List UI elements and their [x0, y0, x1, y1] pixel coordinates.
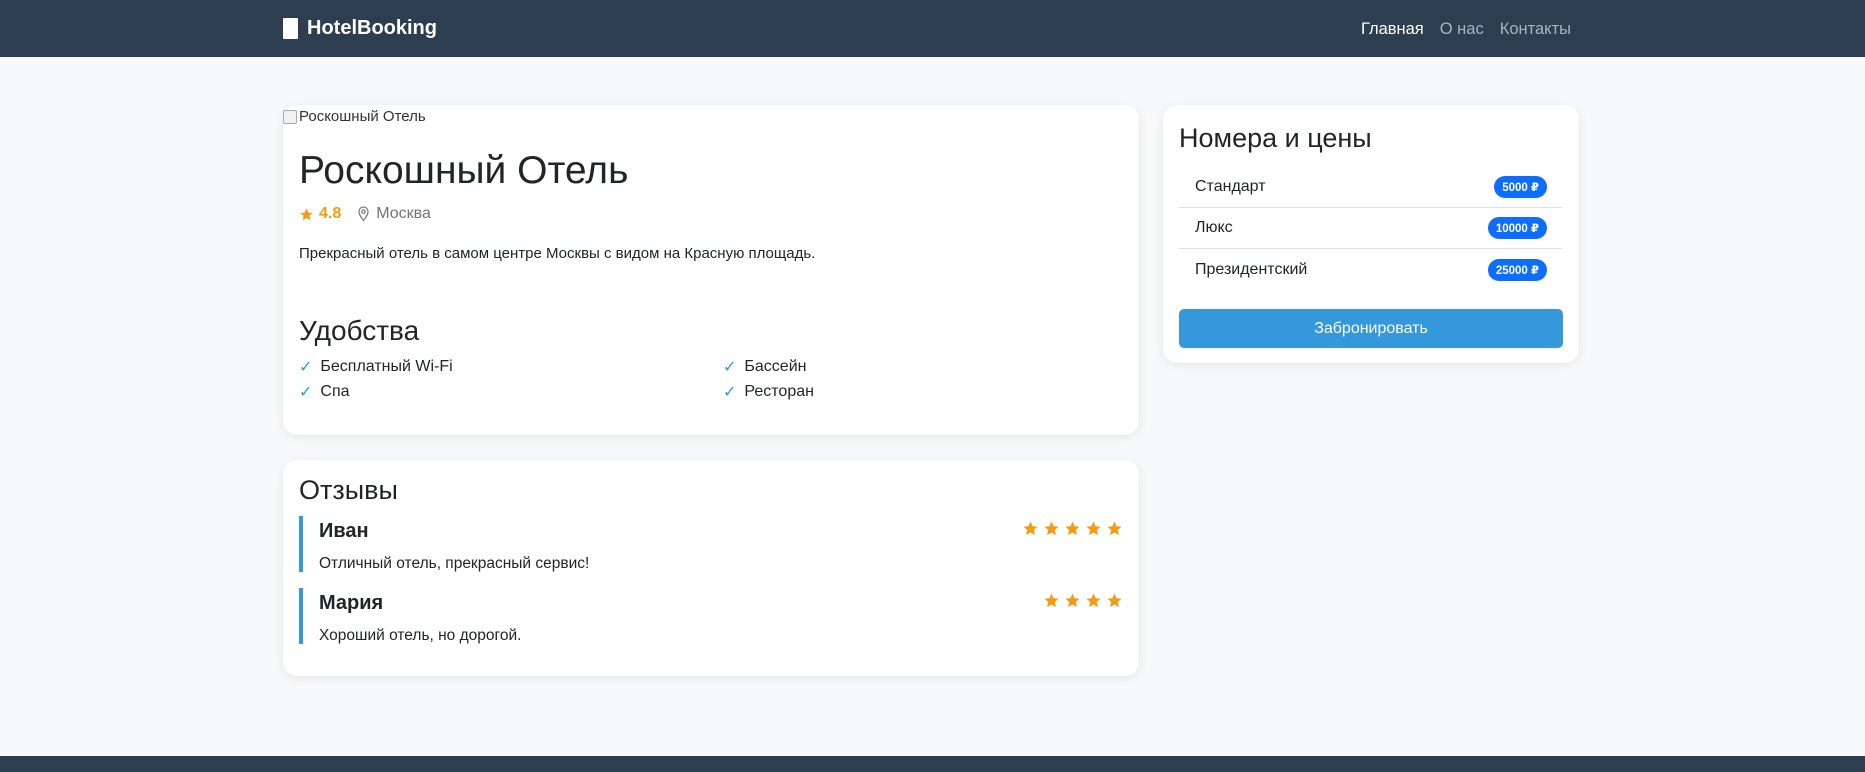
room-row: Люкс 10000 ₽: [1179, 208, 1563, 249]
amenity-label: Ресторан: [744, 383, 814, 400]
review-header: Иван: [319, 516, 1123, 543]
check-icon: ✓: [723, 384, 737, 401]
navbar: HotelBooking Главная О нас Контакты: [0, 0, 1865, 57]
reviews-card: Отзывы Иван Отличный отель, прекрасный с…: [283, 460, 1139, 676]
nav-link-home[interactable]: Главная: [1361, 20, 1424, 39]
rooms-title: Номера и цены: [1179, 123, 1372, 153]
brand-link[interactable]: HotelBooking: [283, 17, 437, 40]
room-row: Стандарт 5000 ₽: [1179, 167, 1563, 208]
nav-link-contacts[interactable]: Контакты: [1500, 20, 1571, 39]
review-text: Отличный отель, прекрасный сервис!: [319, 555, 590, 572]
hotel-meta: 4.8 Москва: [299, 205, 431, 223]
hotel-name: Роскошный Отель: [299, 149, 629, 192]
hotel-location-text: Москва: [376, 205, 431, 222]
rooms-card: Номера и цены Стандарт 5000 ₽ Люкс 10000…: [1163, 105, 1579, 363]
room-name: Стандарт: [1195, 178, 1266, 195]
hotel-location: Москва: [357, 205, 431, 223]
hotel-image: Роскошный Отель: [283, 108, 426, 125]
review-item: Мария Хороший отель, но дорогой.: [299, 588, 1123, 644]
hotel-building-icon: [283, 18, 298, 39]
amenity-label: Спа: [320, 383, 350, 400]
review-author: Мария: [319, 592, 384, 614]
rooms-list: Стандарт 5000 ₽ Люкс 10000 ₽ Президентск…: [1179, 167, 1563, 290]
amenities-list: ✓ Бесплатный Wi-Fi ✓ Бассейн ✓ Спа ✓ Рес…: [299, 357, 1123, 402]
amenity-item: ✓ Бассейн: [723, 357, 1123, 377]
price-badge: 5000 ₽: [1494, 176, 1547, 198]
star-icon: [1065, 593, 1080, 608]
star-icon: [1086, 593, 1101, 608]
amenities-title: Удобства: [299, 315, 420, 346]
check-icon: ✓: [299, 359, 313, 376]
nav-link-about[interactable]: О нас: [1440, 20, 1484, 39]
room-row: Президентский 25000 ₽: [1179, 249, 1563, 290]
hotel-image-alt-text: Роскошный Отель: [299, 108, 426, 125]
brand-name: HotelBooking: [307, 17, 437, 39]
amenity-item: ✓ Ресторан: [723, 382, 1123, 402]
star-icon: [300, 207, 313, 220]
star-icon: [1065, 521, 1080, 536]
review-author: Иван: [319, 520, 369, 542]
price-badge: 10000 ₽: [1487, 217, 1547, 239]
star-icon: [1044, 521, 1059, 536]
hotel-description: Прекрасный отель в самом центре Москвы с…: [299, 245, 816, 262]
star-icon: [1107, 593, 1122, 608]
room-name: Президентский: [1195, 260, 1308, 278]
room-name: Люкс: [1195, 219, 1233, 236]
review-header: Мария: [319, 588, 1123, 615]
check-icon: ✓: [299, 384, 313, 401]
hotel-card: Роскошный Отель Роскошный Отель 4.8 Моск…: [283, 105, 1139, 435]
amenity-item: ✓ Спа: [299, 382, 723, 402]
book-button[interactable]: Забронировать: [1179, 309, 1563, 348]
review-stars: [1022, 516, 1123, 537]
review-stars: [1043, 588, 1123, 609]
footer: [0, 756, 1865, 772]
nav-links: Главная О нас Контакты: [1361, 20, 1571, 39]
star-icon: [1023, 521, 1038, 536]
amenity-label: Бесплатный Wi-Fi: [320, 358, 453, 375]
review-item: Иван Отличный отель, прекрасный сервис!: [299, 516, 1123, 572]
review-text: Хороший отель, но дорогой.: [319, 627, 522, 644]
amenity-item: ✓ Бесплатный Wi-Fi: [299, 357, 723, 377]
broken-image-icon: [283, 109, 297, 124]
star-icon: [1086, 521, 1101, 536]
check-icon: ✓: [723, 359, 737, 376]
amenity-label: Бассейн: [744, 358, 807, 375]
star-icon: [1044, 593, 1059, 608]
hotel-rating-value: 4.8: [319, 205, 342, 222]
map-pin-icon: [358, 206, 369, 222]
reviews-title: Отзывы: [299, 475, 398, 505]
hotel-rating: 4.8: [299, 205, 341, 223]
price-badge: 25000 ₽: [1487, 258, 1547, 281]
star-icon: [1107, 521, 1122, 536]
